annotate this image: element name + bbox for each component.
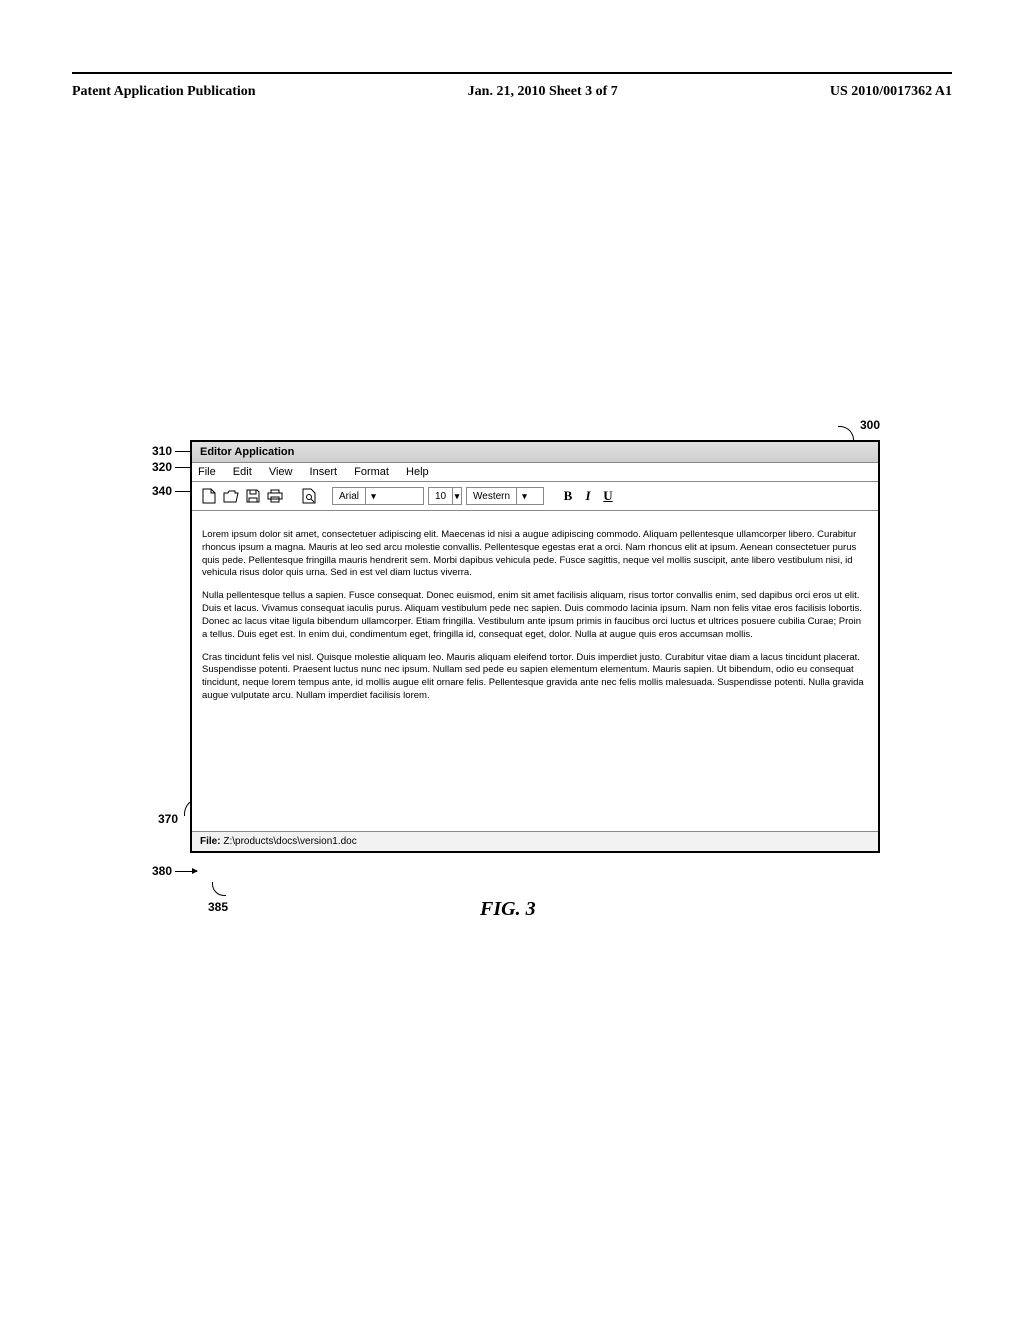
charset-dropdown[interactable]: Western ▾ bbox=[466, 487, 544, 505]
print-icon[interactable] bbox=[266, 487, 284, 505]
font-name-value: Arial bbox=[333, 491, 365, 502]
ref-385: 385 bbox=[208, 900, 228, 914]
menu-view[interactable]: View bbox=[269, 466, 293, 478]
menu-format[interactable]: Format bbox=[354, 466, 389, 478]
title-bar: Editor Application bbox=[192, 442, 878, 463]
save-icon[interactable] bbox=[244, 487, 262, 505]
figure-caption: FIG. 3 bbox=[480, 898, 536, 921]
header-rule bbox=[72, 72, 952, 74]
new-file-icon[interactable] bbox=[200, 487, 218, 505]
charset-value: Western bbox=[467, 491, 516, 502]
menu-edit[interactable]: Edit bbox=[233, 466, 252, 478]
chevron-down-icon: ▾ bbox=[452, 488, 461, 504]
document-content[interactable]: Lorem ipsum dolor sit amet, consectetuer… bbox=[192, 511, 878, 831]
bold-button[interactable]: B bbox=[560, 488, 576, 504]
find-icon[interactable] bbox=[300, 487, 318, 505]
chevron-down-icon: ▾ bbox=[516, 488, 532, 504]
toolbar: Arial ▾ 10 ▾ Western ▾ B I U bbox=[192, 482, 878, 511]
menu-help[interactable]: Help bbox=[406, 466, 429, 478]
header-center: Jan. 21, 2010 Sheet 3 of 7 bbox=[468, 84, 618, 100]
italic-button[interactable]: I bbox=[580, 488, 596, 504]
underline-button[interactable]: U bbox=[600, 488, 616, 504]
status-bar: File: Z:\products\docs\version1.doc bbox=[192, 831, 878, 851]
figure-container: Editor Application File Edit View Insert… bbox=[190, 440, 880, 853]
app-title: Editor Application bbox=[200, 446, 294, 458]
ref-300: 300 bbox=[860, 418, 880, 432]
font-name-dropdown[interactable]: Arial ▾ bbox=[332, 487, 424, 505]
header-right: US 2010/0017362 A1 bbox=[830, 84, 952, 100]
ref-380: 380 bbox=[152, 864, 197, 878]
page-header: Patent Application Publication Jan. 21, … bbox=[72, 82, 952, 106]
menu-file[interactable]: File bbox=[198, 466, 216, 478]
file-label: File: bbox=[200, 836, 221, 847]
file-path: Z:\products\docs\version1.doc bbox=[223, 836, 356, 847]
paragraph-1: Lorem ipsum dolor sit amet, consectetuer… bbox=[202, 529, 868, 580]
ref-370: 370 bbox=[158, 812, 178, 826]
font-size-value: 10 bbox=[429, 491, 452, 502]
header-left: Patent Application Publication bbox=[72, 84, 256, 100]
open-file-icon[interactable] bbox=[222, 487, 240, 505]
menu-bar: File Edit View Insert Format Help bbox=[192, 463, 878, 482]
font-size-dropdown[interactable]: 10 ▾ bbox=[428, 487, 462, 505]
chevron-down-icon: ▾ bbox=[365, 488, 381, 504]
editor-window: Editor Application File Edit View Insert… bbox=[190, 440, 880, 853]
arrow-icon bbox=[175, 871, 197, 872]
paragraph-3: Cras tincidunt felis vel nisl. Quisque m… bbox=[202, 652, 868, 703]
menu-insert[interactable]: Insert bbox=[310, 466, 338, 478]
paragraph-2: Nulla pellentesque tellus a sapien. Fusc… bbox=[202, 590, 868, 641]
